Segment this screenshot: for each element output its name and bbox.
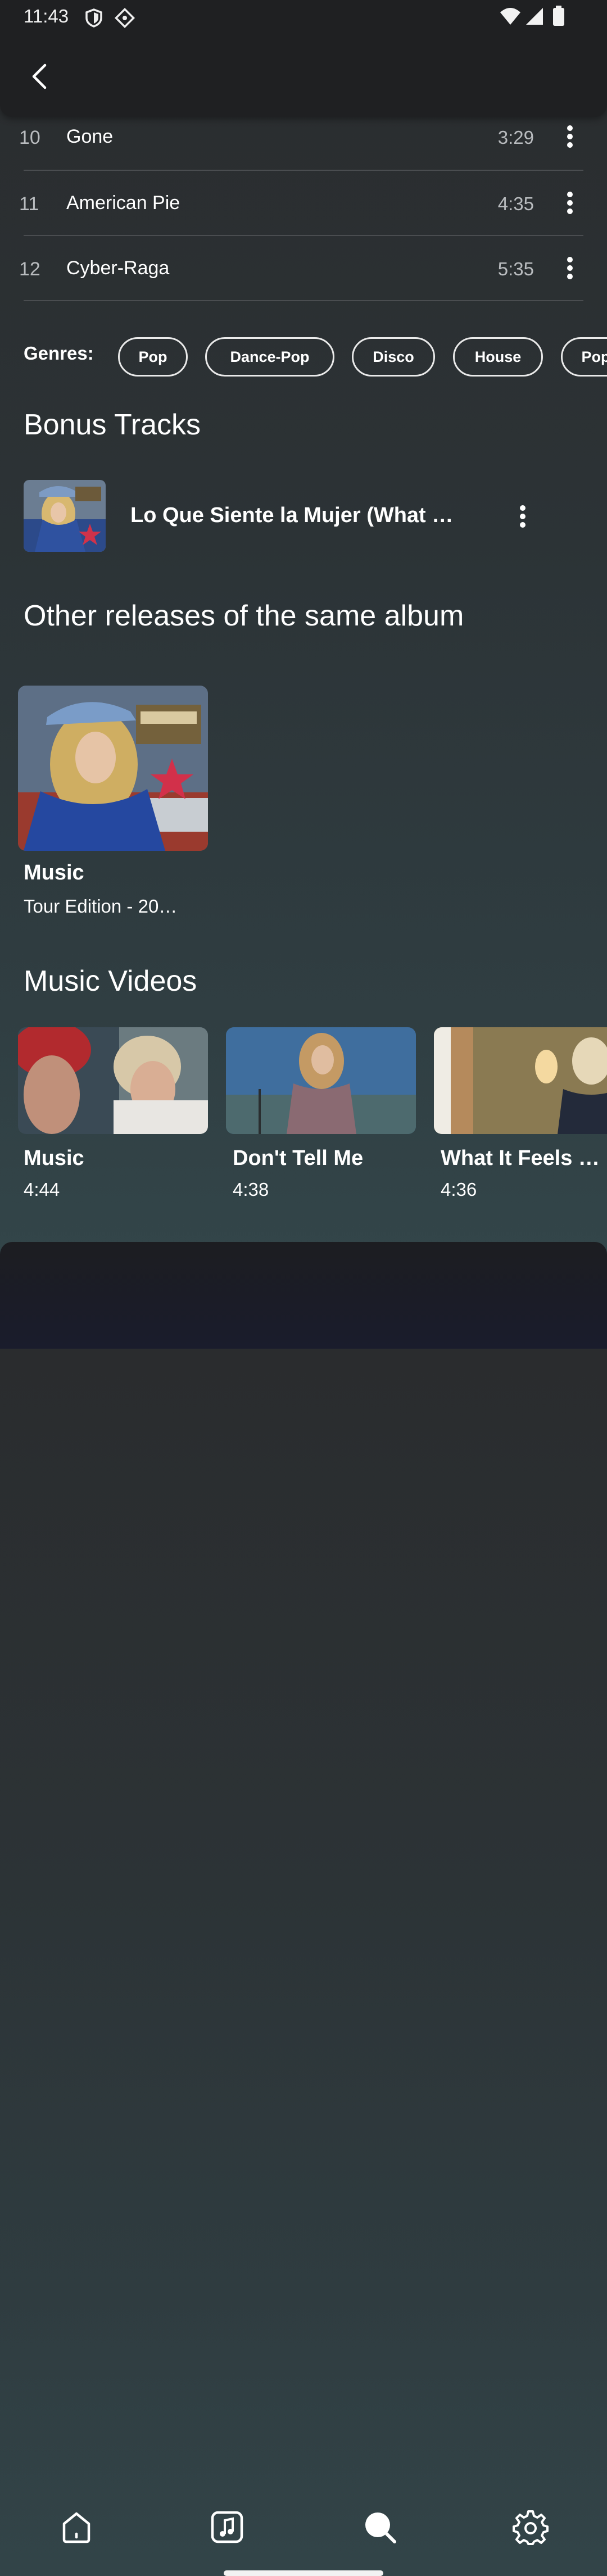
track-title: Gone xyxy=(66,126,114,147)
home-indicator[interactable] xyxy=(224,2570,383,2576)
section-title-other-releases: Other releases of the same album xyxy=(24,600,464,632)
bottom-navigation xyxy=(0,1242,607,2576)
album-artwork xyxy=(18,686,208,851)
track-duration: 4:35 xyxy=(497,193,534,214)
video-thumbnail xyxy=(18,1027,208,1134)
more-options-icon[interactable] xyxy=(560,190,580,216)
settings-icon[interactable] xyxy=(513,2509,549,2545)
genre-chip[interactable]: Dance-Pop xyxy=(205,337,334,377)
genre-chip[interactable]: House xyxy=(453,337,543,377)
home-icon[interactable] xyxy=(58,2509,94,2545)
status-time: 11:43 xyxy=(24,6,69,26)
video-duration: 4:44 xyxy=(24,1179,60,1200)
more-options-icon[interactable] xyxy=(513,504,533,529)
section-title-bonus-tracks: Bonus Tracks xyxy=(24,409,201,441)
track-number: 12 xyxy=(19,258,40,280)
more-options-icon[interactable] xyxy=(560,255,580,281)
cellular-signal-icon xyxy=(526,8,543,25)
genre-chip[interactable]: Pop xyxy=(118,337,188,377)
genre-chips: Pop Dance-Pop Disco House Pop xyxy=(118,337,607,379)
track-row[interactable]: 11 American Pie 4:35 xyxy=(0,171,607,236)
video-title: What It Feels … xyxy=(441,1146,600,1170)
app-header: 11:43 xyxy=(0,0,607,117)
genre-chip[interactable]: Disco xyxy=(352,337,435,377)
video-duration: 4:38 xyxy=(233,1179,269,1200)
vpn-key-icon xyxy=(114,7,135,29)
track-number: 11 xyxy=(19,193,39,215)
video-duration: 4:36 xyxy=(441,1179,477,1200)
album-title: Music xyxy=(24,861,84,885)
genre-chip[interactable]: Pop xyxy=(561,337,607,377)
track-title: Cyber-Raga xyxy=(66,257,170,279)
battery-icon xyxy=(553,6,564,26)
video-title: Music xyxy=(24,1146,84,1170)
bonus-track-title: Lo Que Siente la Mujer (What … xyxy=(130,504,454,527)
track-number: 10 xyxy=(19,127,40,148)
track-duration: 5:35 xyxy=(497,258,534,279)
track-title: American Pie xyxy=(66,192,180,214)
shield-icon xyxy=(85,8,102,28)
track-row[interactable]: 12 Cyber-Raga 5:35 xyxy=(0,236,607,301)
search-icon[interactable] xyxy=(362,2509,398,2545)
library-icon[interactable] xyxy=(209,2509,245,2545)
divider xyxy=(24,300,583,301)
album-subtitle: Tour Edition - 20… xyxy=(24,896,178,917)
track-duration: 3:29 xyxy=(497,127,534,148)
section-title-music-videos: Music Videos xyxy=(24,965,197,997)
bonus-track-artwork xyxy=(24,480,106,552)
back-arrow-icon[interactable] xyxy=(22,56,58,97)
more-options-icon[interactable] xyxy=(560,124,580,149)
video-thumbnail xyxy=(434,1027,607,1134)
wifi-icon xyxy=(500,8,520,25)
video-thumbnail xyxy=(226,1027,416,1134)
genres-label: Genres: xyxy=(24,343,94,364)
video-title: Don't Tell Me xyxy=(233,1146,364,1170)
